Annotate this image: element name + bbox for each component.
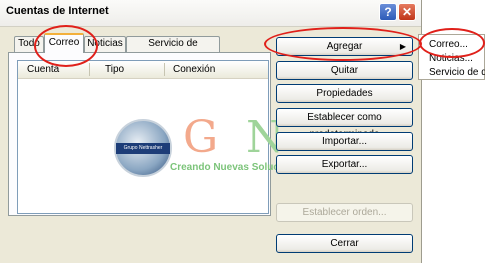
help-button[interactable]: ? bbox=[379, 3, 397, 21]
set-default-button[interactable]: Establecer como predeterminada bbox=[276, 108, 413, 140]
close-dialog-button[interactable]: Cerrar bbox=[276, 234, 413, 253]
set-order-button[interactable]: Establecer orden... bbox=[276, 203, 413, 222]
properties-button[interactable]: Propiedades bbox=[276, 84, 413, 103]
watermark-logo: Grupo Nettrasher bbox=[114, 119, 172, 177]
export-button[interactable]: Exportar... bbox=[276, 155, 413, 174]
help-icon: ? bbox=[384, 5, 392, 19]
highlight-oval-correo-menu bbox=[419, 28, 485, 58]
tab-correo[interactable]: Correo bbox=[44, 33, 84, 53]
column-divider[interactable] bbox=[164, 63, 165, 76]
close-icon: ✕ bbox=[401, 5, 413, 19]
menu-item-servicio-directorio[interactable]: Servicio de di bbox=[429, 67, 485, 78]
close-button[interactable]: ✕ bbox=[398, 3, 416, 21]
remove-button[interactable]: Quitar bbox=[276, 61, 413, 80]
title-bar: Cuentas de Internet ? ✕ bbox=[0, 0, 421, 27]
import-button[interactable]: Importar... bbox=[276, 132, 413, 151]
column-conexion[interactable]: Conexión bbox=[173, 64, 215, 75]
watermark-logo-text: Grupo Nettrasher bbox=[116, 143, 170, 154]
tab-servicio-directorio[interactable]: Servicio de directorio bbox=[126, 36, 220, 63]
window-title: Cuentas de Internet bbox=[6, 5, 109, 17]
column-tipo[interactable]: Tipo bbox=[105, 64, 124, 75]
column-divider[interactable] bbox=[89, 63, 90, 76]
highlight-oval-agregar bbox=[264, 27, 422, 61]
watermark-letter-g: G bbox=[183, 112, 219, 163]
